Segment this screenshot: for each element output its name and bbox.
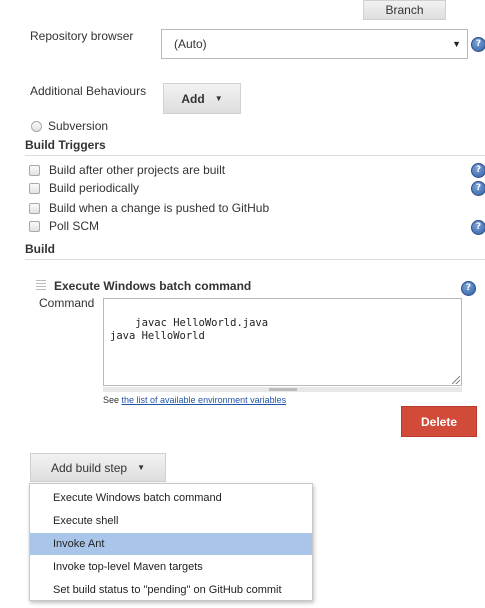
github-push-checkbox[interactable] (29, 203, 40, 214)
add-behaviour-label: Add (181, 91, 205, 106)
resize-handle-icon[interactable] (452, 376, 460, 384)
build-step-menu: Execute Windows batch command Execute sh… (29, 483, 313, 601)
branch-button[interactable]: Branch (363, 0, 446, 20)
menu-item-label: Execute shell (53, 515, 119, 527)
caret-down-icon: ▼ (137, 463, 145, 472)
menu-item-label: Invoke Ant (53, 538, 105, 550)
menu-item-label: Execute Windows batch command (53, 492, 222, 504)
add-build-step-button[interactable]: Add build step ▼ (30, 453, 166, 482)
help-icon[interactable]: ? (471, 163, 485, 178)
command-text: javac HelloWorld.java java HelloWorld (110, 317, 269, 342)
build-triggers-title: Build Triggers (25, 138, 106, 152)
command-textarea[interactable]: javac HelloWorld.java java HelloWorld (103, 298, 462, 386)
menu-item-invoke-ant[interactable]: Invoke Ant (30, 533, 312, 555)
menu-item-label: Set build status to "pending" on GitHub … (53, 584, 282, 596)
build-triggers-divider (25, 155, 485, 156)
delete-button[interactable]: Delete (401, 406, 477, 437)
chevron-down-icon: ▼ (452, 39, 461, 49)
caret-down-icon: ▼ (214, 94, 223, 103)
additional-behaviours-label: Additional Behaviours (30, 84, 147, 98)
poll-scm-label: Poll SCM (49, 219, 100, 233)
build-divider (25, 259, 485, 260)
menu-item-execute-shell[interactable]: Execute shell (30, 510, 312, 532)
subversion-radio[interactable] (31, 121, 42, 132)
textarea-scroll-handle[interactable] (103, 387, 462, 392)
build-after-checkbox[interactable] (29, 165, 40, 176)
drag-handle-icon[interactable] (36, 280, 46, 290)
delete-button-label: Delete (420, 414, 458, 429)
repository-browser-select[interactable]: (Auto) ▼ (161, 29, 468, 59)
add-build-step-label: Add build step (51, 460, 128, 475)
env-vars-hint: See the list of available environment va… (103, 395, 286, 405)
help-icon[interactable]: ? (471, 37, 485, 52)
menu-item-set-build-status-pending[interactable]: Set build status to "pending" on GitHub … (30, 579, 312, 601)
command-label: Command (39, 296, 95, 310)
menu-item-label: Invoke top-level Maven targets (53, 561, 203, 573)
build-periodically-checkbox[interactable] (29, 183, 40, 194)
build-after-label: Build after other projects are built (49, 163, 226, 177)
add-behaviour-button[interactable]: Add ▼ (163, 83, 241, 114)
github-push-label: Build when a change is pushed to GitHub (49, 201, 270, 215)
repository-browser-label: Repository browser (30, 29, 134, 43)
branch-button-label: Branch (385, 3, 424, 17)
help-icon[interactable]: ? (461, 281, 476, 296)
env-vars-prefix: See (103, 395, 122, 405)
build-step-title: Execute Windows batch command (54, 279, 252, 293)
scroll-thumb[interactable] (269, 388, 297, 391)
help-icon[interactable]: ? (471, 220, 485, 235)
jenkins-job-config: Branch Repository browser (Auto) ▼ ? Add… (0, 0, 485, 608)
menu-item-invoke-maven[interactable]: Invoke top-level Maven targets (30, 556, 312, 578)
poll-scm-checkbox[interactable] (29, 221, 40, 232)
subversion-label: Subversion (48, 119, 109, 133)
help-icon[interactable]: ? (471, 181, 485, 196)
build-title: Build (25, 242, 55, 256)
build-periodically-label: Build periodically (49, 181, 140, 195)
env-vars-link[interactable]: the list of available environment variab… (122, 395, 287, 405)
repository-browser-value: (Auto) (174, 37, 207, 51)
menu-item-execute-windows-batch[interactable]: Execute Windows batch command (30, 487, 312, 509)
